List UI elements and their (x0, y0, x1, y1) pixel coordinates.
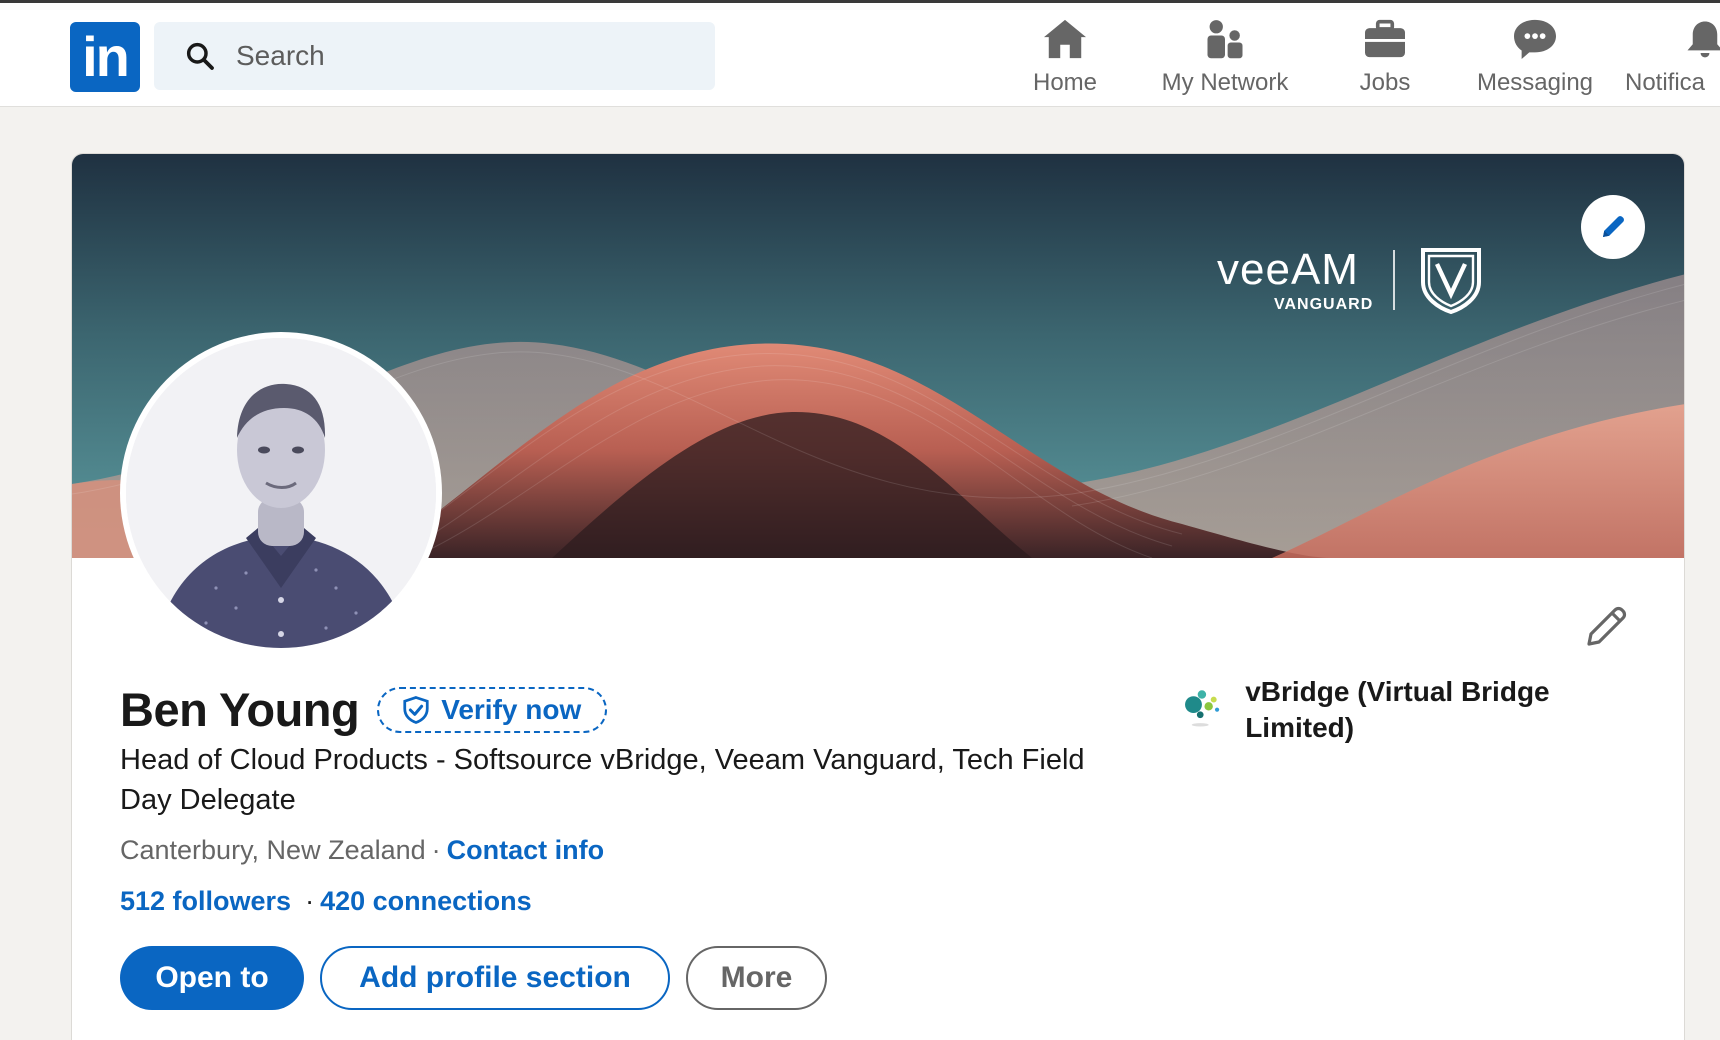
edit-intro-icon[interactable] (1583, 602, 1631, 650)
brand-divider (1393, 250, 1395, 310)
nav-my-network[interactable]: My Network (1150, 17, 1300, 97)
add-profile-section-button[interactable]: Add profile section (320, 946, 670, 1010)
veeam-vanguard-logo: veeAM VANGUARD (1217, 246, 1557, 318)
nav-my-network-label: My Network (1161, 69, 1289, 96)
nav-home[interactable]: Home (1010, 17, 1120, 97)
search-icon (186, 42, 214, 70)
profile-headline: Head of Cloud Products - Softsource vBri… (120, 744, 1085, 816)
network-stats: 512 followers · 420 connections (120, 886, 532, 917)
stats-separator: · (305, 886, 315, 916)
nav-jobs-label: Jobs (1359, 69, 1411, 96)
linkedin-logo[interactable]: in (70, 22, 140, 92)
bell-icon (1681, 17, 1720, 61)
search-bar[interactable]: Search (154, 22, 715, 90)
top-nav: in Search Home My Network Jobs Messaging… (0, 0, 1720, 107)
chat-icon (1511, 17, 1559, 61)
profile-actions: Open to Add profile section More (120, 946, 827, 1010)
nav-messaging[interactable]: Messaging (1470, 17, 1600, 97)
contact-info-link[interactable]: Contact info (447, 835, 604, 865)
followers-link[interactable]: 512 followers (120, 886, 291, 916)
edit-banner-button[interactable] (1581, 195, 1645, 259)
name-row: Ben Young Verify now (120, 682, 608, 737)
connections-link[interactable]: 420 connections (320, 886, 532, 916)
shield-icon (1421, 248, 1481, 314)
verified-shield-icon (403, 695, 429, 724)
location-separator: · (431, 835, 441, 865)
company-name: vBridge (Virtual Bridge Limited) (1245, 676, 1550, 743)
pencil-icon (1603, 216, 1624, 237)
profile-card: veeAM VANGUARD Ben Young Verify now Head… (71, 153, 1685, 1040)
briefcase-icon (1361, 17, 1409, 61)
nav-notifications[interactable]: Notifica (1625, 17, 1720, 97)
nav-home-label: Home (1032, 69, 1098, 96)
people-icon (1201, 17, 1249, 61)
nav-jobs[interactable]: Jobs (1335, 17, 1435, 97)
search-input[interactable]: Search (236, 40, 325, 72)
more-button[interactable]: More (686, 946, 827, 1010)
nav-notifications-label: Notifica (1625, 69, 1706, 96)
verify-now-label: Verify now (441, 693, 582, 725)
home-icon (1041, 17, 1089, 61)
profile-location: Canterbury, New Zealand (120, 835, 426, 865)
nav-messaging-label: Messaging (1476, 69, 1594, 96)
profile-name: Ben Young (120, 683, 360, 736)
verify-now-button[interactable]: Verify now (377, 686, 608, 733)
brand-sub: VANGUARD (1274, 296, 1374, 313)
current-company[interactable]: vBridge (Virtual Bridge Limited) (1180, 674, 1600, 746)
avatar-photo (126, 338, 436, 648)
open-to-button[interactable]: Open to (120, 946, 304, 1010)
location-row: Canterbury, New Zealand · Contact info (120, 835, 604, 866)
brand-word: veeAM (1217, 245, 1359, 294)
vbridge-logo (1185, 690, 1220, 727)
profile-avatar[interactable] (120, 332, 442, 654)
